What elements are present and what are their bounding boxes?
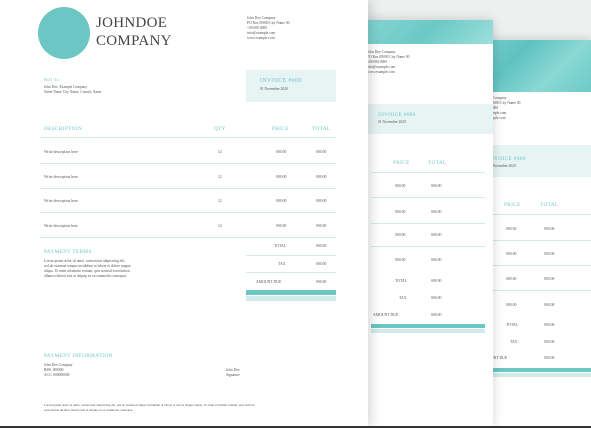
row-total: 000.00 <box>431 210 442 214</box>
tax-value: 000.00 <box>544 340 555 344</box>
total-header: TOTAL <box>540 202 559 208</box>
row-price: 000.00 <box>395 233 406 237</box>
row-price: 000.00 <box>395 258 406 262</box>
total-header: TOTAL <box>428 160 447 166</box>
row-qty: 12 <box>218 199 222 203</box>
total-value: 000.00 <box>544 323 555 327</box>
invoice-box <box>363 104 493 134</box>
invoice-box <box>246 70 336 102</box>
signature-label: Signature <box>226 373 240 377</box>
amount-due-label: AMOUNT DUE <box>256 280 282 284</box>
company-name-line1: JOHNDOE <box>96 15 168 31</box>
bill-to-label: Bill To <box>44 77 60 82</box>
invoice-date: 01 November 2020 <box>378 120 406 124</box>
row-qty: 12 <box>218 150 222 154</box>
row-description: Write description here <box>44 224 78 228</box>
amount-due-value: 000.00 <box>431 313 442 317</box>
total-value: 000.00 <box>316 244 327 248</box>
marble-header-image <box>363 20 493 44</box>
tax-value: 000.00 <box>431 296 442 300</box>
invoice-date: 01 November 2020 <box>260 87 288 91</box>
row-total: 000.00 <box>431 233 442 237</box>
payment-info-line: ACC: 000000000 <box>44 373 70 377</box>
row-price: 000.00 <box>506 252 517 256</box>
payment-info-label: PAYMENT INFORMATION <box>44 353 113 359</box>
row-total: 000.00 <box>431 258 442 262</box>
row-price: 000.00 <box>395 210 406 214</box>
company-name: JOHNDOE COMPANY <box>96 14 172 50</box>
invoice-page-back-middle: John Doe Company PO Box 00000 City Name … <box>363 20 493 428</box>
invoice-title: INVOICE #000 <box>260 78 302 84</box>
company-logo-circle <box>38 7 90 59</box>
company-address-line: www.example.com <box>247 36 275 40</box>
row-price: 000.00 <box>276 175 287 179</box>
row-price: 000.00 <box>506 227 517 231</box>
company-name-line2: COMPANY <box>96 33 172 49</box>
row-total: 000.00 <box>544 303 555 307</box>
bill-to-line: Street Name City Name, Country Name <box>44 90 102 94</box>
qty-header: QTY <box>214 126 226 132</box>
amount-due-value: 000.00 <box>544 356 555 360</box>
description-header: DESCRIPTION <box>44 126 83 132</box>
payment-terms-text: ullamco laboris nisi ut aliquip ex ea co… <box>44 274 127 278</box>
payment-terms-label: PAYMENT TERMS <box>44 249 92 255</box>
footer-text: exercitation ullamco laboris nisi ut ali… <box>44 408 134 412</box>
total-label: TOTAL <box>506 323 519 327</box>
price-header: PRICE <box>393 160 410 166</box>
invoice-title: INVOICE #000 <box>488 156 526 162</box>
row-description: Write description here <box>44 199 78 203</box>
price-header: PRICE <box>504 202 521 208</box>
total-value: 000.00 <box>431 279 442 283</box>
row-price: 000.00 <box>506 277 517 281</box>
total-header: TOTAL <box>312 126 331 132</box>
row-price: 000.00 <box>506 303 517 307</box>
total-label: TOTAL <box>395 279 408 283</box>
tax-label: TAX <box>510 340 518 344</box>
row-price: 000.00 <box>276 199 287 203</box>
tax-label: TAX <box>399 296 407 300</box>
invoice-page-front: JOHNDOE COMPANY John Doe Company PO Box … <box>0 0 368 428</box>
row-price: 000.00 <box>276 224 287 228</box>
row-description: Write description here <box>44 150 78 154</box>
tax-label: TAX <box>278 262 286 266</box>
tax-value: 000.00 <box>316 262 327 266</box>
amount-due-bar-light <box>246 296 336 301</box>
amount-due-bar <box>246 290 336 295</box>
row-price: 000.00 <box>395 184 406 188</box>
row-total: 000.00 <box>316 150 327 154</box>
amount-due-value: 000.00 <box>316 280 327 284</box>
price-header: PRICE <box>272 126 289 132</box>
row-qty: 12 <box>218 175 222 179</box>
amount-due-label: AMOUNT DUE <box>373 313 399 317</box>
row-total: 000.00 <box>316 224 327 228</box>
row-total: 000.00 <box>544 277 555 281</box>
row-total: 000.00 <box>316 175 327 179</box>
row-total: 000.00 <box>544 252 555 256</box>
row-total: 000.00 <box>431 184 442 188</box>
invoice-title: INVOICE #000 <box>378 112 416 118</box>
row-total: 000.00 <box>316 199 327 203</box>
total-label: TOTAL <box>274 244 287 248</box>
row-qty: 12 <box>218 224 222 228</box>
row-total: 000.00 <box>544 227 555 231</box>
row-description: Write description here <box>44 175 78 179</box>
row-price: 000.00 <box>276 150 287 154</box>
company-address-line: www.example.com <box>367 70 395 74</box>
